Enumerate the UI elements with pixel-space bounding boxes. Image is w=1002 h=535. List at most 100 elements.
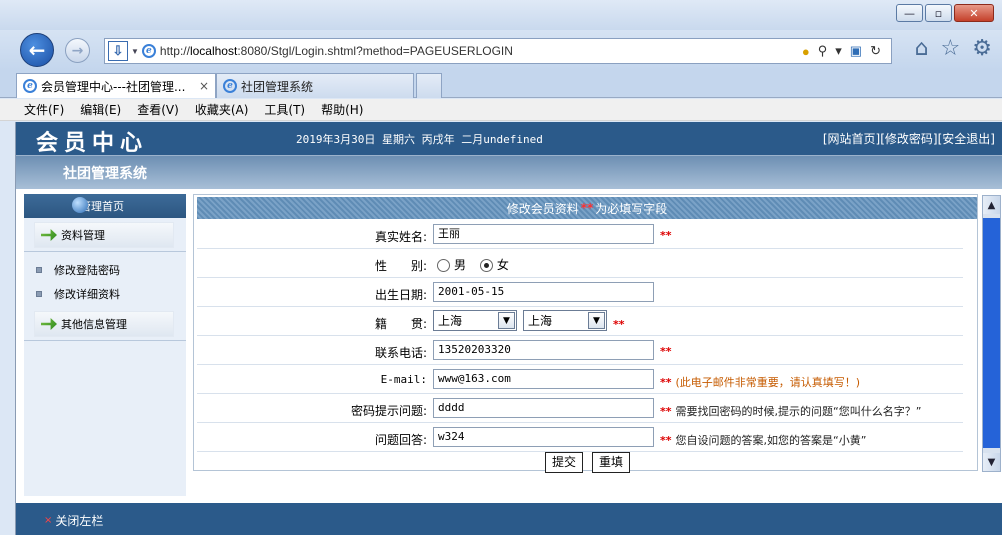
close-window-button[interactable]: ✕ [954, 4, 994, 22]
submit-button[interactable]: 提交 [545, 452, 584, 473]
minimize-button[interactable]: — [896, 4, 923, 22]
vertical-scrollbar[interactable]: ▲ ▼ [982, 195, 1001, 472]
email-note: ** (此电子邮件非常重要，请认真填写！) [660, 376, 861, 389]
phone-label: 联系电话: [374, 346, 427, 360]
row-password-question: 密码提示问题: dddd ** 需要找回密码的时候,提示的问题“您叫什么名字？” [197, 395, 963, 423]
answer-label: 问题回答: [374, 433, 427, 447]
bullet-icon [36, 267, 42, 273]
menu-favorites[interactable]: 收藏夹(A) [195, 101, 249, 118]
row-answer: 问题回答: w324 ** 您自设问题的答案,如您的答案是“小黄” [197, 424, 963, 452]
sidebar-group-profile: 资料管理 [24, 218, 186, 252]
password-question-input[interactable]: dddd [433, 398, 654, 418]
close-left-panel-button[interactable]: × 关闭左栏 [44, 512, 103, 529]
address-bar[interactable]: ⇩ ▼ e http://localhost:8080/Stgl/Login.s… [104, 38, 892, 64]
window-titlebar: — ▫ ✕ [0, 0, 1002, 30]
home-link[interactable]: [网站首页] [823, 132, 880, 146]
ie-page-icon: e [23, 79, 37, 93]
city-select[interactable]: 上海 ▼ [523, 310, 607, 331]
sidebar-item-other-info[interactable]: 其他信息管理 [34, 311, 174, 337]
gender-options: 男 女 [437, 256, 509, 273]
compat-view-icon[interactable]: ▣ [850, 43, 862, 59]
menu-view[interactable]: 查看(V) [137, 101, 179, 118]
gender-male-radio[interactable] [437, 259, 450, 272]
settings-gear-icon[interactable]: ⚙ [972, 38, 992, 60]
footer-bar: × 关闭左栏 [16, 503, 1002, 535]
row-native-place: 籍 贯: 上海 ▼ 上海 ▼ ** [197, 308, 963, 336]
email-input[interactable]: www@163.com [433, 369, 654, 389]
gender-label: 性 别: [374, 259, 427, 273]
sidebar-item-change-password[interactable]: 修改登陆密码 [36, 262, 120, 278]
real-name-input[interactable]: 王丽 [433, 224, 654, 244]
forward-arrow-icon: → [71, 42, 84, 59]
scroll-thumb[interactable] [983, 218, 1000, 448]
chevron-down-icon[interactable]: ▼ [498, 312, 515, 329]
back-button[interactable]: ← [20, 33, 54, 67]
row-real-name: 真实姓名: 王丽 ** [197, 221, 963, 249]
menu-file[interactable]: 文件(F) [24, 101, 64, 118]
email-label: E-mail: [380, 373, 427, 386]
birth-date-input[interactable]: 2001-05-15 [433, 282, 654, 302]
sidebar-item-edit-details[interactable]: 修改详细资料 [36, 286, 120, 302]
home-icon[interactable]: ⌂ [915, 38, 929, 60]
row-phone: 联系电话: 13520203320 ** [197, 337, 963, 365]
search-icon[interactable]: ⚲ [818, 43, 828, 59]
maximize-button[interactable]: ▫ [925, 4, 952, 22]
addon-icon[interactable]: ● [802, 44, 810, 59]
tab-label: 社团管理系统 [241, 79, 314, 94]
chevron-down-icon[interactable]: ▼ [131, 47, 139, 56]
tab-label: 会员管理中心---社团管理... [41, 79, 186, 94]
back-arrow-icon: ← [28, 38, 46, 62]
scroll-up-icon[interactable]: ▲ [983, 196, 1000, 214]
province-select[interactable]: 上海 ▼ [433, 310, 517, 331]
sidebar-group-other: 其他信息管理 [24, 307, 186, 341]
url-text[interactable]: http://localhost:8080/Stgl/Login.shtml?m… [160, 44, 513, 58]
birth-date-label: 出生日期: [374, 288, 427, 302]
gender-female-radio[interactable] [479, 259, 493, 272]
sidebar-item-profile-management[interactable]: 资料管理 [34, 222, 174, 248]
row-birth-date: 出生日期: 2001-05-15 [197, 279, 963, 307]
close-icon: × [44, 515, 53, 526]
gender-female-label: 女 [496, 258, 509, 272]
search-dropdown-icon[interactable]: ▾ [835, 43, 842, 59]
forward-button[interactable]: → [65, 38, 90, 63]
navigation-bar: ← → ⇩ ▼ e http://localhost:8080/Stgl/Log… [0, 30, 1002, 70]
favorites-star-icon[interactable]: ☆ [941, 38, 961, 60]
required-mark: ** [660, 229, 672, 242]
tab-close-icon[interactable]: × [199, 79, 209, 93]
compat-shield-icon[interactable]: ⇩ [108, 41, 128, 61]
sidebar-group-label: 资料管理 [61, 229, 105, 242]
phone-input[interactable]: 13520203320 [433, 340, 654, 360]
system-title-bar: 社团管理系统 [16, 155, 1002, 189]
refresh-icon[interactable]: ↻ [870, 43, 881, 59]
answer-input[interactable]: w324 [433, 427, 654, 447]
tab-club-system[interactable]: e 社团管理系统 [216, 73, 414, 98]
menu-edit[interactable]: 编辑(E) [80, 101, 121, 118]
sidebar-home[interactable]: 管理首页 [24, 194, 186, 218]
tab-member-center[interactable]: e 会员管理中心---社团管理... × [16, 73, 216, 98]
menu-help[interactable]: 帮助(H) [321, 101, 363, 118]
top-links: [网站首页][修改密码][安全退出] [823, 130, 995, 147]
ie-page-icon: e [141, 44, 156, 58]
close-left-panel-label: 关闭左栏 [55, 514, 104, 528]
answer-note: ** 您自设问题的答案,如您的答案是“小黄” [660, 434, 867, 447]
web-page: 会员中心 2019年3月30日 星期六 丙戌年 二月undefined [网站首… [15, 122, 1002, 535]
site-logo: 会员中心 [36, 130, 149, 156]
menu-bar: 文件(F) 编辑(E) 查看(V) 收藏夹(A) 工具(T) 帮助(H) [0, 99, 1002, 121]
green-arrow-icon [41, 318, 57, 330]
new-tab-button[interactable] [416, 73, 442, 98]
chevron-down-icon[interactable]: ▼ [588, 312, 605, 329]
menu-tools[interactable]: 工具(T) [264, 101, 305, 118]
edit-profile-panel: 修改会员资料 ** 为必填写字段 真实姓名: 王丽 ** 性 别: 男 女 出生… [193, 194, 978, 473]
real-name-label: 真实姓名: [374, 230, 427, 244]
left-sidebar: 管理首页 资料管理 修改登陆密码 修改详细资料 其他信息管理 [24, 194, 186, 496]
page-header: 会员中心 2019年3月30日 星期六 丙戌年 二月undefined [网站首… [16, 122, 1002, 156]
globe-icon [72, 197, 88, 213]
province-value: 上海 [438, 314, 463, 328]
reset-button[interactable]: 重填 [592, 452, 631, 473]
change-password-link[interactable]: [修改密码] [880, 132, 937, 146]
date-text: 2019年3月30日 星期六 丙戌年 二月undefined [296, 133, 543, 146]
logout-link[interactable]: [安全退出] [938, 132, 995, 146]
scroll-down-icon[interactable]: ▼ [983, 453, 1000, 471]
gender-male-label: 男 [454, 258, 467, 272]
native-place-label: 籍 贯: [374, 317, 427, 331]
